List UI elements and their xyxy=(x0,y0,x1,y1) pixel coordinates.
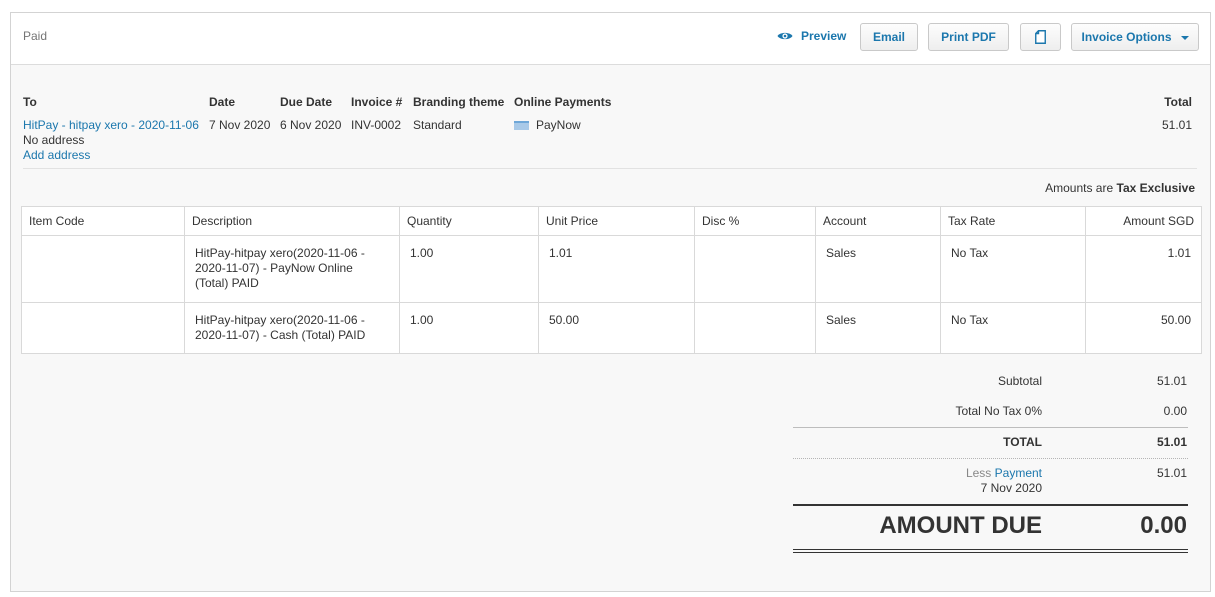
invoice-toolbar: Paid Preview Email Print PDF Invoice Opt… xyxy=(11,13,1210,65)
column-header: Tax Rate xyxy=(940,206,1086,236)
invoice-total: 51.01 xyxy=(1161,118,1192,132)
copy-document-icon xyxy=(1035,30,1046,44)
column-header: Description xyxy=(184,206,400,236)
amounts-are-value: Tax Exclusive xyxy=(1116,181,1196,195)
quantity-cell: 1.00 xyxy=(399,302,539,354)
print-pdf-button[interactable]: Print PDF xyxy=(928,23,1009,51)
contact-link[interactable]: HitPay - hitpay xero - 2020-11-06 xyxy=(23,118,199,132)
total-label: Total xyxy=(1164,95,1192,109)
column-header: Account xyxy=(815,206,941,236)
description-cell: HitPay-hitpay xero(2020-11-06 - 2020-11-… xyxy=(184,235,400,303)
preview-label: Preview xyxy=(801,29,847,43)
amounts-are: Amounts are Tax Exclusive xyxy=(1045,181,1195,195)
amounts-are-label: Amounts are xyxy=(1045,181,1114,195)
add-address-link[interactable]: Add address xyxy=(23,148,90,162)
online-payments-label: Online Payments xyxy=(514,95,612,109)
invoice-due-date: 6 Nov 2020 xyxy=(280,118,342,132)
amount-due-double-rule xyxy=(793,549,1188,553)
contact-address: No address xyxy=(23,133,85,147)
invoice-status: Paid xyxy=(23,29,48,43)
header-divider xyxy=(23,168,1197,169)
payment-link[interactable]: Payment xyxy=(995,466,1042,480)
quantity-cell: 1.00 xyxy=(399,235,539,303)
total-row-value: 51.01 xyxy=(1156,435,1187,449)
copy-invoice-button[interactable] xyxy=(1020,23,1061,51)
credit-card-icon xyxy=(514,121,529,131)
invoice-number: INV-0002 xyxy=(351,118,402,132)
no-tax-label: Total No Tax 0% xyxy=(955,404,1043,418)
invoice-panel: Paid Preview Email Print PDF Invoice Opt… xyxy=(10,12,1211,592)
amount-due-label: AMOUNT DUE xyxy=(879,512,1042,539)
no-tax-value: 0.00 xyxy=(1163,404,1187,418)
item-code-cell xyxy=(21,302,185,354)
amount-cell: 50.00 xyxy=(1085,302,1202,354)
column-header: Unit Price xyxy=(538,206,695,236)
due-date-label: Due Date xyxy=(280,95,333,109)
payment-line: Less Payment xyxy=(966,466,1042,480)
preview-button[interactable]: Preview xyxy=(777,29,846,43)
amount-due-top-rule xyxy=(793,504,1188,506)
subtotal-value: 51.01 xyxy=(1156,374,1187,388)
payment-amount-link[interactable]: 51.01 xyxy=(1157,466,1187,480)
amount-cell: 1.01 xyxy=(1085,235,1202,303)
column-header: Disc % xyxy=(694,206,816,236)
discount-cell xyxy=(694,302,816,354)
payment-divider xyxy=(793,458,1188,459)
less-label: Less xyxy=(965,466,992,480)
date-label: Date xyxy=(209,95,236,109)
unit-price-cell: 1.01 xyxy=(538,235,695,303)
to-label: To xyxy=(23,95,37,109)
eye-icon xyxy=(777,32,793,40)
amount-due-value: 0.00 xyxy=(1140,512,1187,539)
tax-rate-cell: No Tax xyxy=(940,235,1086,303)
item-code-cell xyxy=(21,235,185,303)
tax-rate-cell: No Tax xyxy=(940,302,1086,354)
line-items-table: Item Code Description Quantity Unit Pric… xyxy=(21,206,1202,354)
discount-cell xyxy=(694,235,816,303)
account-cell: Sales xyxy=(815,302,941,354)
unit-price-cell: 50.00 xyxy=(538,302,695,354)
total-row-label: TOTAL xyxy=(1003,435,1042,449)
table-row: HitPay-hitpay xero(2020-11-06 - 2020-11-… xyxy=(21,235,1202,303)
online-payment-method: PayNow xyxy=(514,118,581,132)
invoice-options-label: Invoice Options xyxy=(1081,30,1172,44)
table-header-row: Item Code Description Quantity Unit Pric… xyxy=(21,206,1202,236)
column-header: Amount SGD xyxy=(1085,206,1202,236)
invoice-number-label: Invoice # xyxy=(351,95,403,109)
column-header: Quantity xyxy=(399,206,539,236)
totals-divider xyxy=(793,427,1188,428)
description-cell: HitPay-hitpay xero(2020-11-06 - 2020-11-… xyxy=(184,302,400,354)
invoice-options-button[interactable]: Invoice Options xyxy=(1071,23,1199,51)
account-cell: Sales xyxy=(815,235,941,303)
subtotal-label: Subtotal xyxy=(997,374,1042,388)
branding-theme-label: Branding theme xyxy=(413,95,505,109)
payment-date: 7 Nov 2020 xyxy=(980,481,1042,495)
invoice-date: 7 Nov 2020 xyxy=(209,118,271,132)
online-payment-label: PayNow xyxy=(536,118,581,132)
table-row: HitPay-hitpay xero(2020-11-06 - 2020-11-… xyxy=(21,302,1202,354)
branding-theme: Standard xyxy=(413,118,462,132)
email-button[interactable]: Email xyxy=(860,23,918,51)
column-header: Item Code xyxy=(21,206,185,236)
chevron-down-icon xyxy=(1180,36,1189,40)
